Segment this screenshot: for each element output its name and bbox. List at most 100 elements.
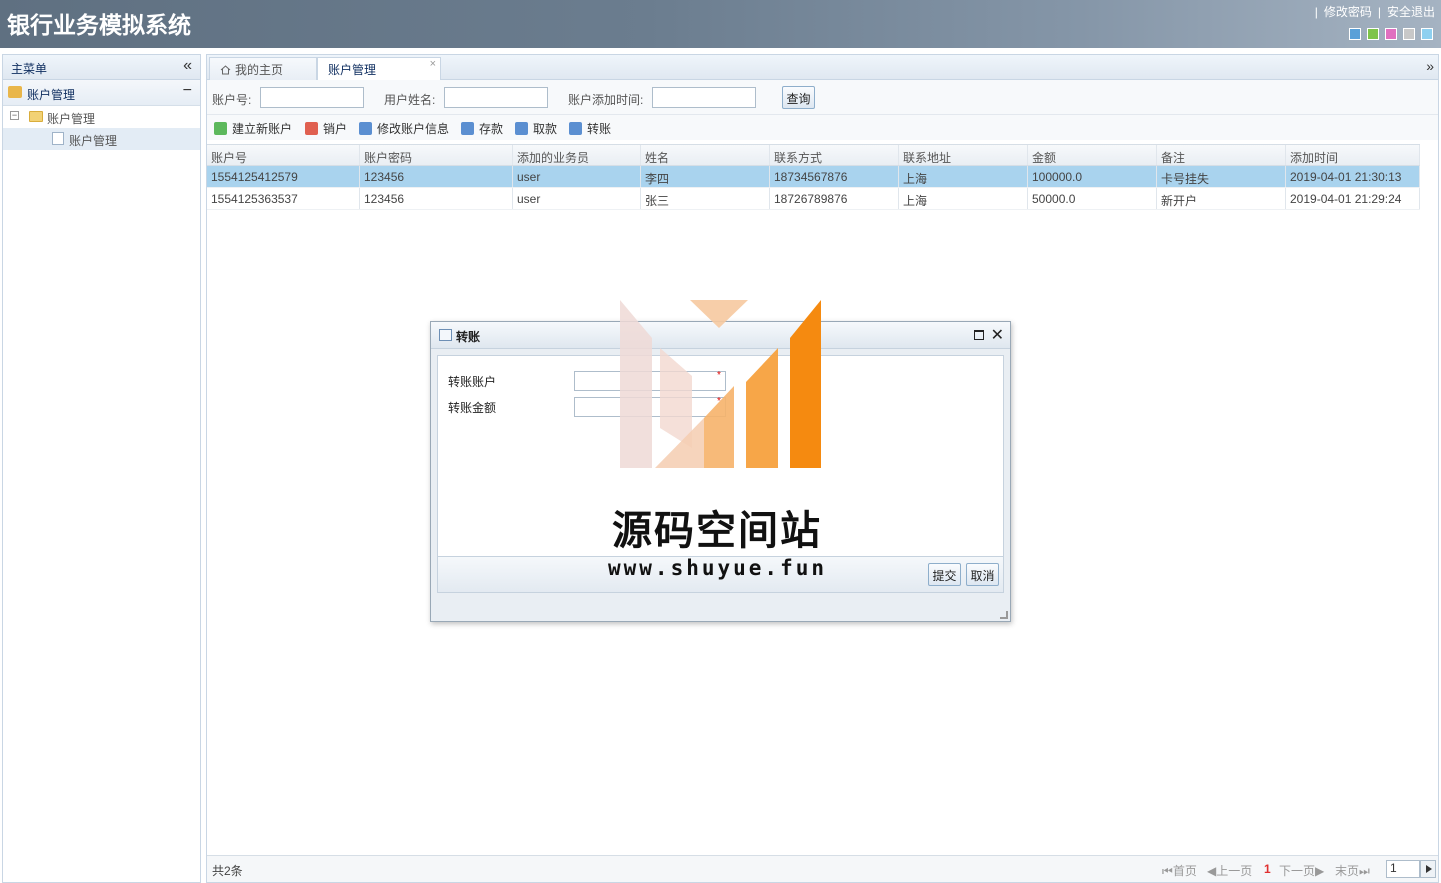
delete-icon <box>305 122 318 135</box>
tree-collapse-icon[interactable]: − <box>10 111 19 120</box>
home-icon <box>220 65 231 75</box>
theme-swatch-green[interactable] <box>1367 28 1379 40</box>
cell-added-time: 2019-04-01 21:29:24 <box>1286 188 1420 209</box>
maximize-icon[interactable] <box>974 330 984 340</box>
page-number-input[interactable]: 1 <box>1386 860 1420 878</box>
close-icon[interactable]: ✕ <box>991 325 1004 345</box>
search-bar: 账户号: 用户姓名: 账户添加时间: 查询 <box>207 80 1438 115</box>
deposit-button[interactable]: 存款 <box>461 120 503 137</box>
account-grid: 账户号 账户密码 添加的业务员 姓名 联系方式 联系地址 金额 备注 添加时间 … <box>207 144 1420 210</box>
close-account-button[interactable]: 销户 <box>305 120 347 137</box>
prev-page-button[interactable]: ◀上一页 <box>1207 862 1252 879</box>
theme-swatch-pink[interactable] <box>1385 28 1397 40</box>
tree-item-label: 账户管理 <box>69 134 118 148</box>
tab-home-label: 我的主页 <box>235 63 284 77</box>
theme-swatch-gray[interactable] <box>1403 28 1415 40</box>
tab-account-label: 账户管理 <box>328 63 377 77</box>
sidebar: 主菜单 « 账户管理 − − 账户管理 账户管理 <box>2 54 201 883</box>
account-no-label: 账户号: <box>212 93 252 107</box>
required-marker: * <box>717 396 721 407</box>
current-page: 1 <box>1264 862 1271 876</box>
table-row[interactable]: 1554125363537 123456 user 张三 18726789876… <box>207 188 1420 210</box>
cell-operator: user <box>513 166 641 187</box>
accordion-header-account[interactable]: 账户管理 − <box>3 80 200 106</box>
transfer-account-label: 转账账户 <box>448 375 497 389</box>
table-row[interactable]: 1554125412579 123456 user 李四 18734567876… <box>207 166 1420 188</box>
column-header[interactable]: 账户号 <box>207 145 360 165</box>
transfer-button[interactable]: 转账 <box>569 120 611 137</box>
go-page-button[interactable] <box>1420 860 1436 878</box>
cell-account-no: 1554125363537 <box>207 188 360 209</box>
prev-page-label: 上一页 <box>1216 864 1253 878</box>
tree-folder-label: 账户管理 <box>47 112 96 126</box>
column-header[interactable]: 联系地址 <box>899 145 1028 165</box>
tab-bar: 我的主页 账户管理 × » <box>207 55 1438 81</box>
cell-address: 上海 <box>899 188 1028 209</box>
app-title: 银行业务模拟系统 <box>7 13 191 39</box>
transfer-label: 转账 <box>587 122 612 136</box>
close-icon[interactable]: × <box>430 58 436 70</box>
column-header[interactable]: 账户密码 <box>360 145 513 165</box>
first-page-label: 首页 <box>1172 864 1197 878</box>
last-page-button[interactable]: 末页⏭ <box>1335 862 1370 879</box>
collapse-minus-icon[interactable]: − <box>183 82 192 100</box>
submit-button[interactable]: 提交 <box>928 563 961 586</box>
total-count: 共2条 <box>212 864 243 878</box>
change-password-link[interactable]: 修改密码 <box>1324 5 1372 19</box>
username-label: 用户姓名: <box>384 93 436 107</box>
added-time-label: 账户添加时间: <box>568 93 644 107</box>
toolbar: 建立新账户 销户 修改账户信息 存款 取款 转账 <box>207 115 1438 140</box>
first-page-button[interactable]: ⏮首页 <box>1162 862 1197 879</box>
grid-header: 账户号 账户密码 添加的业务员 姓名 联系方式 联系地址 金额 备注 添加时间 <box>207 144 1420 166</box>
table-icon <box>439 329 452 341</box>
create-account-button[interactable]: 建立新账户 <box>214 120 292 137</box>
logout-link[interactable]: 安全退出 <box>1387 5 1435 19</box>
header-links: | 修改密码 | 安全退出 <box>1314 5 1435 19</box>
required-marker: * <box>717 370 721 381</box>
column-header[interactable]: 金额 <box>1028 145 1157 165</box>
column-header[interactable]: 姓名 <box>641 145 770 165</box>
folder-icon <box>29 111 43 122</box>
tab-account-management[interactable]: 账户管理 × <box>317 57 441 81</box>
tree-folder-account[interactable]: − 账户管理 <box>3 106 200 128</box>
watermark-url: www.shuyue.fun <box>608 556 828 580</box>
cell-name: 张三 <box>641 188 770 209</box>
withdraw-button[interactable]: 取款 <box>515 120 557 137</box>
deposit-label: 存款 <box>479 122 504 136</box>
cell-address: 上海 <box>899 166 1028 187</box>
cell-operator: user <box>513 188 641 209</box>
cell-amount: 100000.0 <box>1028 166 1157 187</box>
username-input[interactable] <box>444 87 548 108</box>
cell-amount: 50000.0 <box>1028 188 1157 209</box>
tree-item-account[interactable]: 账户管理 <box>3 128 200 150</box>
theme-swatch-cyan[interactable] <box>1421 28 1433 40</box>
resize-handle[interactable] <box>1000 611 1008 619</box>
cancel-button[interactable]: 取消 <box>966 563 999 586</box>
dialog-header: 转账 ✕ <box>431 322 1010 349</box>
added-time-input[interactable] <box>652 87 756 108</box>
column-header[interactable]: 添加时间 <box>1286 145 1420 165</box>
create-account-label: 建立新账户 <box>232 122 293 136</box>
column-header[interactable]: 添加的业务员 <box>513 145 641 165</box>
next-page-button[interactable]: 下一页▶ <box>1279 862 1324 879</box>
account-no-input[interactable] <box>260 87 364 108</box>
cell-remark: 卡号挂失 <box>1157 166 1286 187</box>
withdraw-label: 取款 <box>533 122 558 136</box>
edit-account-button[interactable]: 修改账户信息 <box>359 120 449 137</box>
page-icon <box>52 132 64 145</box>
double-chevron-left-icon[interactable]: « <box>183 57 192 75</box>
chevron-down-icon[interactable]: » <box>1426 58 1434 74</box>
column-header[interactable]: 备注 <box>1157 145 1286 165</box>
dialog-title: 转账 <box>456 330 481 344</box>
edit-icon <box>569 122 582 135</box>
transfer-account-input[interactable] <box>574 371 726 391</box>
transfer-amount-input[interactable] <box>574 397 726 417</box>
next-page-label: 下一页 <box>1279 864 1316 878</box>
column-header[interactable]: 联系方式 <box>770 145 899 165</box>
accounts-icon <box>8 86 22 98</box>
theme-swatch-blue[interactable] <box>1349 28 1361 40</box>
tab-home[interactable]: 我的主页 <box>209 57 317 80</box>
query-button[interactable]: 查询 <box>782 86 815 109</box>
edit-icon <box>515 122 528 135</box>
close-account-label: 销户 <box>323 122 348 136</box>
